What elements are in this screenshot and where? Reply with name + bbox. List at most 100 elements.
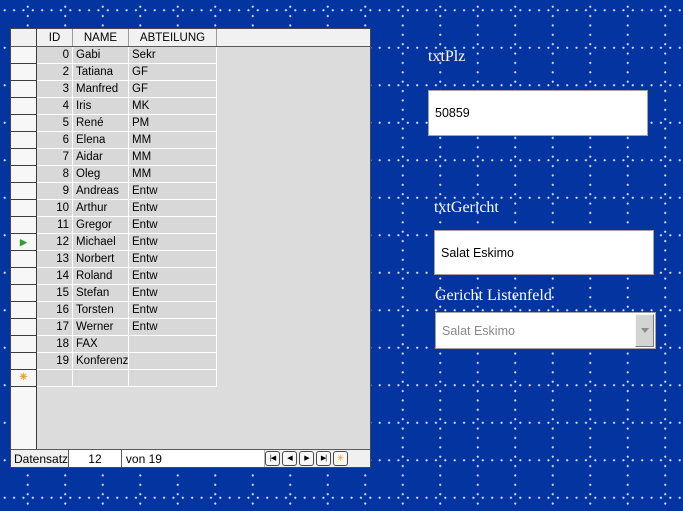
cell-abteilung[interactable]: Entw [129,268,217,285]
cell-id[interactable]: 12 [37,234,73,251]
column-header-id[interactable]: ID [37,29,73,46]
cell-name[interactable]: Konferenz [73,353,129,370]
table-row[interactable]: 5 René PM [11,115,370,132]
cell-abteilung[interactable]: MM [129,166,217,183]
row-selector[interactable] [11,285,37,302]
cell-abteilung[interactable]: MM [129,149,217,166]
cell-name[interactable]: Andreas [73,183,129,200]
table-row[interactable]: 9 Andreas Entw [11,183,370,200]
cell-id[interactable]: 0 [37,47,73,64]
cell-id[interactable]: 16 [37,302,73,319]
cell-id[interactable]: 6 [37,132,73,149]
next-record-button[interactable]: ▶ [299,451,314,466]
cell-name[interactable]: Norbert [73,251,129,268]
cell-abteilung[interactable]: GF [129,64,217,81]
cell-abteilung[interactable]: MK [129,98,217,115]
cell-id[interactable]: 19 [37,353,73,370]
cell-name[interactable]: Arthur [73,200,129,217]
row-selector[interactable] [11,336,37,353]
cell-id[interactable]: 17 [37,319,73,336]
cell-abteilung[interactable]: Entw [129,217,217,234]
cell-name[interactable]: Torsten [73,302,129,319]
row-selector[interactable] [11,166,37,183]
table-row[interactable]: 16 Torsten Entw [11,302,370,319]
dropdown-button[interactable] [635,314,654,347]
cell-id[interactable]: 11 [37,217,73,234]
cell-id[interactable]: 9 [37,183,73,200]
row-selector[interactable] [11,200,37,217]
record-number-input[interactable]: 12 [69,450,122,467]
cell-name[interactable]: Aidar [73,149,129,166]
cell-abteilung[interactable]: MM [129,132,217,149]
table-row[interactable]: 3 Manfred GF [11,81,370,98]
column-header-name[interactable]: NAME [73,29,129,46]
table-row[interactable]: 6 Elena MM [11,132,370,149]
cell-name[interactable]: Michael [73,234,129,251]
last-record-button[interactable]: ▶| [316,451,331,466]
row-selector[interactable] [11,319,37,336]
cell-name[interactable]: Iris [73,98,129,115]
cell-id[interactable]: 18 [37,336,73,353]
cell-id[interactable]: 5 [37,115,73,132]
cell-abteilung[interactable] [129,353,217,370]
cell-id[interactable]: 4 [37,98,73,115]
row-selector[interactable] [11,64,37,81]
table-row[interactable]: 11 Gregor Entw [11,217,370,234]
empty-cell[interactable] [129,370,217,387]
first-record-button[interactable]: |◀ [265,451,280,466]
cell-name[interactable]: Gabi [73,47,129,64]
row-selector[interactable] [11,268,37,285]
table-row[interactable]: 18 FAX [11,336,370,353]
cell-abteilung[interactable]: Entw [129,200,217,217]
cell-name[interactable]: Gregor [73,217,129,234]
row-selector[interactable] [11,81,37,98]
table-row[interactable]: 7 Aidar MM [11,149,370,166]
gericht-text-field[interactable]: Salat Eskimo [434,230,654,275]
cell-abteilung[interactable]: GF [129,81,217,98]
row-selector[interactable] [11,251,37,268]
cell-abteilung[interactable]: Entw [129,234,217,251]
row-selector[interactable] [11,115,37,132]
plz-text-field[interactable]: 50859 [428,90,648,136]
cell-name[interactable]: Stefan [73,285,129,302]
table-row[interactable]: 8 Oleg MM [11,166,370,183]
cell-abteilung[interactable]: Entw [129,302,217,319]
table-row[interactable]: 13 Norbert Entw [11,251,370,268]
cell-name[interactable]: Manfred [73,81,129,98]
table-row[interactable]: 2 Tatiana GF [11,64,370,81]
table-row[interactable]: 4 Iris MK [11,98,370,115]
row-selector[interactable]: ✳ [11,370,37,387]
empty-cell[interactable] [37,370,73,387]
cell-name[interactable]: Oleg [73,166,129,183]
cell-id[interactable]: 10 [37,200,73,217]
cell-abteilung[interactable]: Entw [129,285,217,302]
new-record-row[interactable]: ✳ [11,370,370,387]
table-row[interactable]: 19 Konferenz [11,353,370,370]
row-selector[interactable] [11,183,37,200]
table-row[interactable]: 14 Roland Entw [11,268,370,285]
cell-abteilung[interactable]: Sekr [129,47,217,64]
table-row[interactable]: 10 Arthur Entw [11,200,370,217]
cell-id[interactable]: 2 [37,64,73,81]
new-record-button[interactable]: ✳ [333,451,348,466]
table-row[interactable]: 15 Stefan Entw [11,285,370,302]
cell-id[interactable]: 7 [37,149,73,166]
data-grid-control[interactable]: ID NAME ABTEILUNG 0 Gabi Sekr 2 Tatiana GF 3 Ma… [10,28,371,468]
row-selector[interactable]: ▶ [11,234,37,251]
cell-id[interactable]: 13 [37,251,73,268]
column-header-abteilung[interactable]: ABTEILUNG [129,29,217,46]
cell-id[interactable]: 14 [37,268,73,285]
row-selector[interactable] [11,47,37,64]
cell-abteilung[interactable]: Entw [129,183,217,200]
table-row[interactable]: 0 Gabi Sekr [11,47,370,64]
cell-id[interactable]: 15 [37,285,73,302]
row-selector[interactable] [11,132,37,149]
cell-name[interactable]: FAX [73,336,129,353]
cell-name[interactable]: Elena [73,132,129,149]
row-selector[interactable] [11,98,37,115]
cell-name[interactable]: René [73,115,129,132]
row-selector[interactable] [11,217,37,234]
row-selector[interactable] [11,302,37,319]
cell-id[interactable]: 8 [37,166,73,183]
cell-name[interactable]: Roland [73,268,129,285]
